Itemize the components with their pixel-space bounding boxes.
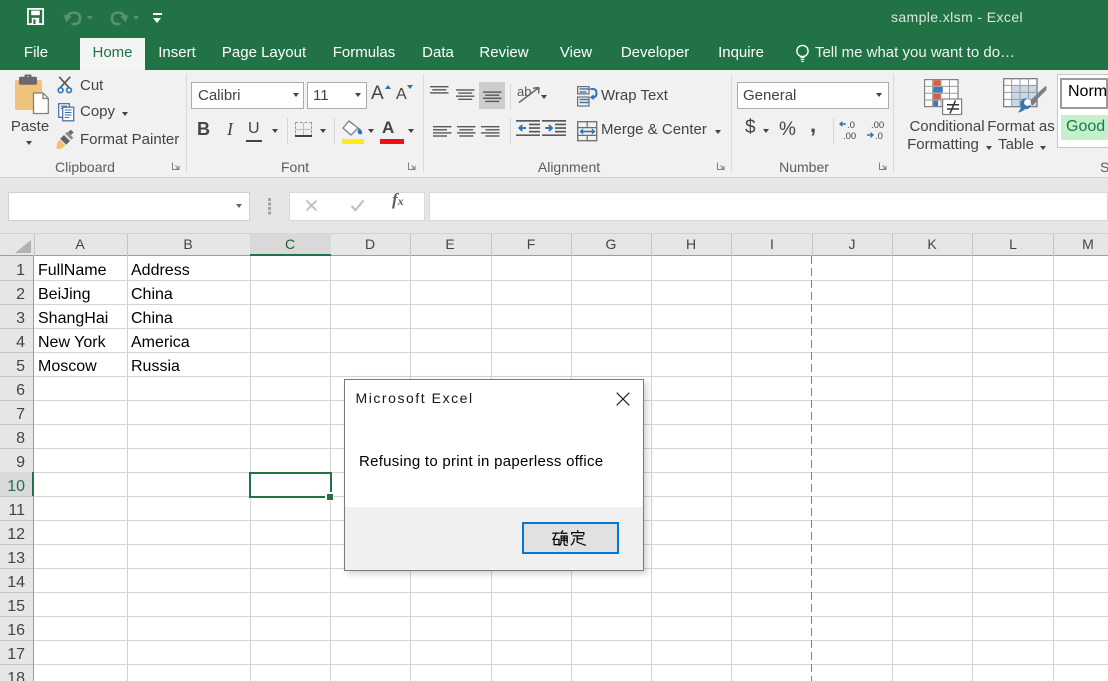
svg-text:.0: .0: [847, 120, 855, 131]
svg-text:ab: ab: [517, 84, 531, 99]
svg-text:.00: .00: [843, 131, 856, 141]
svg-text:.00: .00: [871, 120, 884, 131]
svg-text:.0: .0: [875, 131, 883, 141]
